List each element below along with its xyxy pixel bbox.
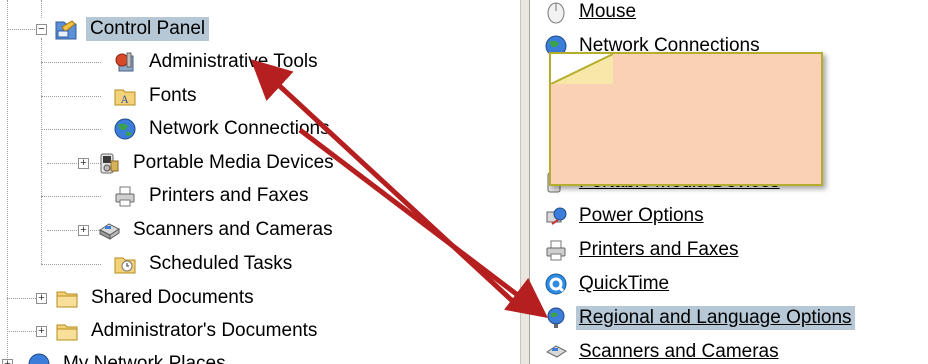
expand-icon[interactable]: + bbox=[36, 292, 47, 304]
cp-item-label: Regional and Language Options bbox=[576, 306, 855, 330]
tree-item-label: Portable Media Devices bbox=[133, 152, 334, 173]
tree-item-label: Printers and Faxes bbox=[149, 185, 309, 206]
tree-item-scheduled-tasks[interactable]: Scheduled Tasks bbox=[113, 249, 296, 279]
tree-item-label: Network Connections bbox=[149, 118, 330, 139]
tree-item-label: My Network Places bbox=[63, 353, 226, 364]
tree-item-my-network-places[interactable]: + My Network Places bbox=[2, 349, 230, 364]
mouse-icon bbox=[544, 0, 568, 24]
tree-item-printers-and-faxes[interactable]: Printers and Faxes bbox=[113, 181, 312, 211]
cp-item-label: Mouse bbox=[579, 1, 637, 22]
expand-icon[interactable]: + bbox=[78, 224, 89, 236]
tree-item-portable-media-devices[interactable]: + Portable Media Devices bbox=[78, 148, 338, 178]
folder-tree-pane[interactable]: − Control Panel Administrative Tools A F… bbox=[0, 0, 520, 364]
scanner-icon bbox=[97, 218, 121, 242]
tree-item-label: Control Panel bbox=[86, 17, 210, 41]
tree-item-administrators-documents[interactable]: + Administrator's Documents bbox=[36, 316, 321, 346]
cp-item-quicktime[interactable]: QuickTime bbox=[544, 269, 672, 299]
tree-item-shared-documents[interactable]: + Shared Documents bbox=[36, 283, 258, 313]
note-folded-corner bbox=[551, 54, 613, 84]
expand-icon[interactable]: + bbox=[2, 358, 13, 364]
cp-item-power-options[interactable]: Power Options bbox=[544, 201, 707, 231]
tree-item-control-panel[interactable]: − Control Panel bbox=[36, 14, 210, 44]
collapse-icon[interactable]: − bbox=[36, 23, 47, 35]
power-options-icon bbox=[544, 204, 568, 228]
cp-item-mouse[interactable]: Mouse bbox=[544, 0, 639, 27]
cp-item-label: Power Options bbox=[579, 205, 704, 226]
regional-globe-icon bbox=[544, 306, 568, 330]
tree-item-label: Scanners and Cameras bbox=[133, 219, 333, 240]
cp-item-printers-and-faxes[interactable]: Printers and Faxes bbox=[544, 235, 741, 265]
printer-icon bbox=[544, 238, 568, 262]
network-globe-icon bbox=[113, 117, 137, 141]
scheduled-tasks-folder-icon bbox=[113, 252, 137, 276]
portable-media-device-icon bbox=[97, 151, 121, 175]
tree-item-label: Shared Documents bbox=[91, 287, 254, 308]
tree-item-label: Administrator's Documents bbox=[91, 320, 318, 341]
fonts-folder-icon: A bbox=[113, 84, 137, 108]
network-places-icon bbox=[27, 352, 51, 364]
tree-item-fonts[interactable]: A Fonts bbox=[113, 81, 201, 111]
administrative-tools-icon bbox=[113, 50, 137, 74]
tree-item-label: Fonts bbox=[149, 85, 197, 106]
printer-icon bbox=[113, 184, 137, 208]
scanner-icon bbox=[544, 340, 568, 364]
tree-item-label: Scheduled Tasks bbox=[149, 253, 293, 274]
pane-splitter[interactable] bbox=[520, 0, 530, 364]
svg-text:A: A bbox=[120, 95, 129, 106]
tree-item-network-connections[interactable]: Network Connections bbox=[113, 114, 334, 144]
sticky-note-callout bbox=[549, 52, 823, 186]
cp-item-scanners-and-cameras[interactable]: Scanners and Cameras bbox=[544, 337, 782, 364]
folder-icon bbox=[55, 319, 79, 343]
cp-item-label: Scanners and Cameras bbox=[579, 341, 779, 362]
control-panel-icon bbox=[54, 17, 78, 41]
quicktime-icon bbox=[544, 272, 568, 296]
cp-item-label: Printers and Faxes bbox=[579, 239, 739, 260]
tree-item-administrative-tools[interactable]: Administrative Tools bbox=[113, 47, 322, 77]
shared-folder-icon bbox=[55, 286, 79, 310]
tree-item-label: Administrative Tools bbox=[149, 51, 318, 72]
cp-item-regional-and-language-options[interactable]: Regional and Language Options bbox=[544, 303, 855, 333]
expand-icon[interactable]: + bbox=[78, 157, 89, 169]
cp-item-label: QuickTime bbox=[579, 273, 670, 294]
tree-item-scanners-and-cameras[interactable]: + Scanners and Cameras bbox=[78, 215, 337, 245]
expand-icon[interactable]: + bbox=[36, 325, 47, 337]
